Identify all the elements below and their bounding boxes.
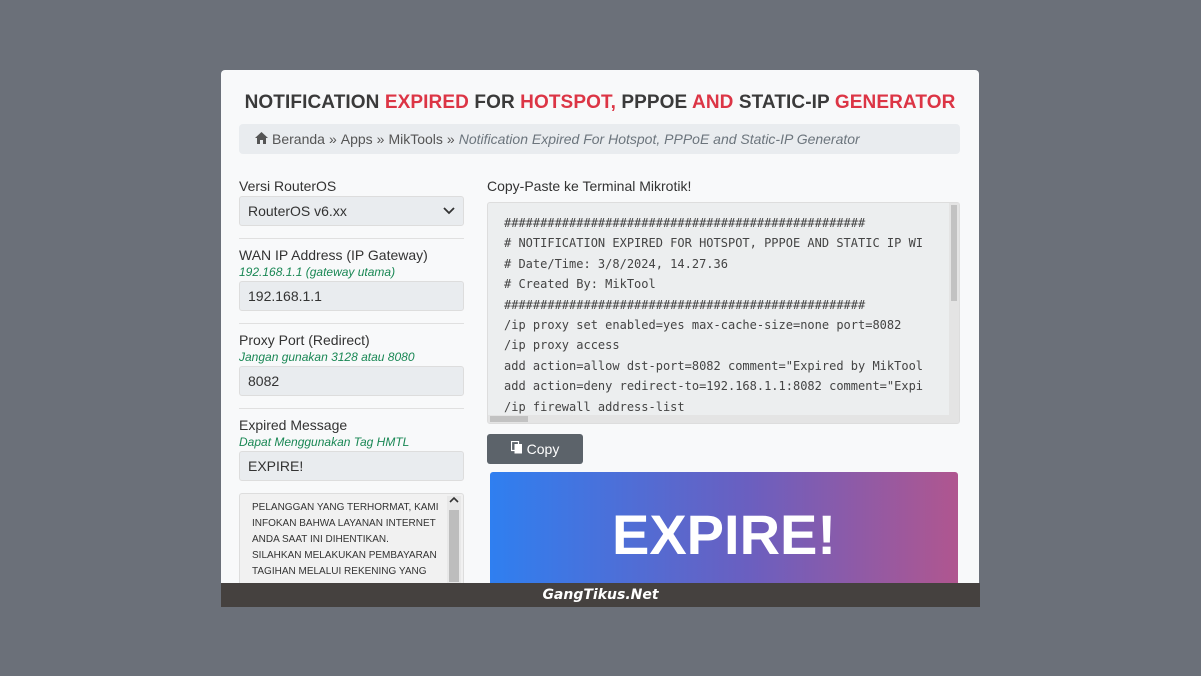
scrollbar-thumb[interactable] [449,510,459,582]
output-panel: Copy-Paste ke Terminal Mikrotik! #######… [487,178,960,464]
proxy-label: Proxy Port (Redirect) [239,332,370,348]
terminal-line: # Created By: MikTool [504,277,656,292]
terminal-line: add action=allow dst-port=8082 comment="… [504,358,924,373]
terminal-horizontal-scrollbar[interactable] [488,415,959,423]
breadcrumb-item-home[interactable]: Beranda [272,131,325,147]
title-part: HOTSPOT, [520,92,616,113]
terminal-line: /ip firewall address-list [504,399,685,414]
message-hint: Dapat Menggunakan Tag HMTL [239,435,410,449]
textarea-scrollbar[interactable] [447,496,461,586]
watermark-text: GangTikus.Net [542,587,659,603]
scrollbar-thumb[interactable] [951,205,957,301]
terminal-line: # NOTIFICATION EXPIRED FOR HOTSPOT, PPPO… [504,236,924,251]
generator-card: NOTIFICATION EXPIRED FOR HOTSPOT, PPPOE … [221,70,979,607]
breadcrumb-separator: » [446,131,455,147]
proxy-port-input[interactable]: 8082 [239,366,464,396]
copy-button[interactable]: Copy [487,434,583,464]
breadcrumb: Beranda » Apps » MikTools » Notification… [239,124,960,154]
wan-label: WAN IP Address (IP Gateway) [239,247,428,263]
title-part: STATIC-IP [733,92,835,113]
chevron-up-icon[interactable] [447,496,461,508]
routeros-label: Versi RouterOS [239,178,337,194]
wan-ip-input[interactable]: 192.168.1.1 [239,281,464,311]
title-part: AND [692,92,734,113]
message-textarea[interactable]: PELANGGAN YANG TERHORMAT, KAMI INFOKAN B… [239,493,464,589]
routeros-selected: RouterOS v6.xx [248,203,347,219]
title-part: GENERATOR [834,92,956,113]
terminal-line: add action=deny redirect-to=192.168.1.1:… [504,379,924,394]
settings-form: Versi RouterOS RouterOS v6.xx WAN IP Add… [239,178,464,589]
home-icon[interactable] [255,131,268,147]
wan-hint: 192.168.1.1 (gateway utama) [239,265,396,279]
message-textarea-content: PELANGGAN YANG TERHORMAT, KAMI INFOKAN B… [252,502,439,577]
scrollbar-thumb[interactable] [490,416,528,422]
terminal-code: ########################################… [488,203,944,417]
terminal-output[interactable]: ########################################… [487,202,960,424]
breadcrumb-current: Notification Expired For Hotspot, PPPoE … [458,131,860,147]
title-part: EXPIRED [384,92,469,113]
message-label: Expired Message [239,417,348,433]
terminal-label: Copy-Paste ke Terminal Mikrotik! [487,178,692,194]
title-part: NOTIFICATION [244,92,385,113]
terminal-line: # Date/Time: 3/8/2024, 14.27.36 [504,256,728,271]
terminal-line: /ip proxy set enabled=yes max-cache-size… [504,318,902,333]
title-part: FOR [468,92,521,113]
breadcrumb-item-apps[interactable]: Apps [341,131,373,147]
chevron-down-icon [443,204,455,218]
terminal-vertical-scrollbar[interactable] [949,203,959,415]
breadcrumb-separator: » [376,131,385,147]
routeros-select[interactable]: RouterOS v6.xx [239,196,464,226]
terminal-line: ########################################… [504,297,866,312]
copy-icon [510,440,523,457]
terminal-line: /ip proxy access [504,338,620,353]
copy-button-label: Copy [526,441,560,457]
divider [239,408,464,409]
page-title: NOTIFICATION EXPIRED FOR HOTSPOT, PPPOE … [221,92,979,114]
proxy-hint: Jangan gunakan 3128 atau 8080 [239,350,415,364]
breadcrumb-separator: » [328,131,337,147]
watermark-bar: GangTikus.Net [221,583,980,607]
expired-message-input[interactable]: EXPIRE! [239,451,464,481]
terminal-line: ########################################… [504,216,866,230]
title-part: PPPOE [615,92,692,113]
divider [239,238,464,239]
divider [239,323,464,324]
preview-text: EXPIRE! [611,503,837,566]
breadcrumb-item-miktools[interactable]: MikTools [388,131,442,147]
